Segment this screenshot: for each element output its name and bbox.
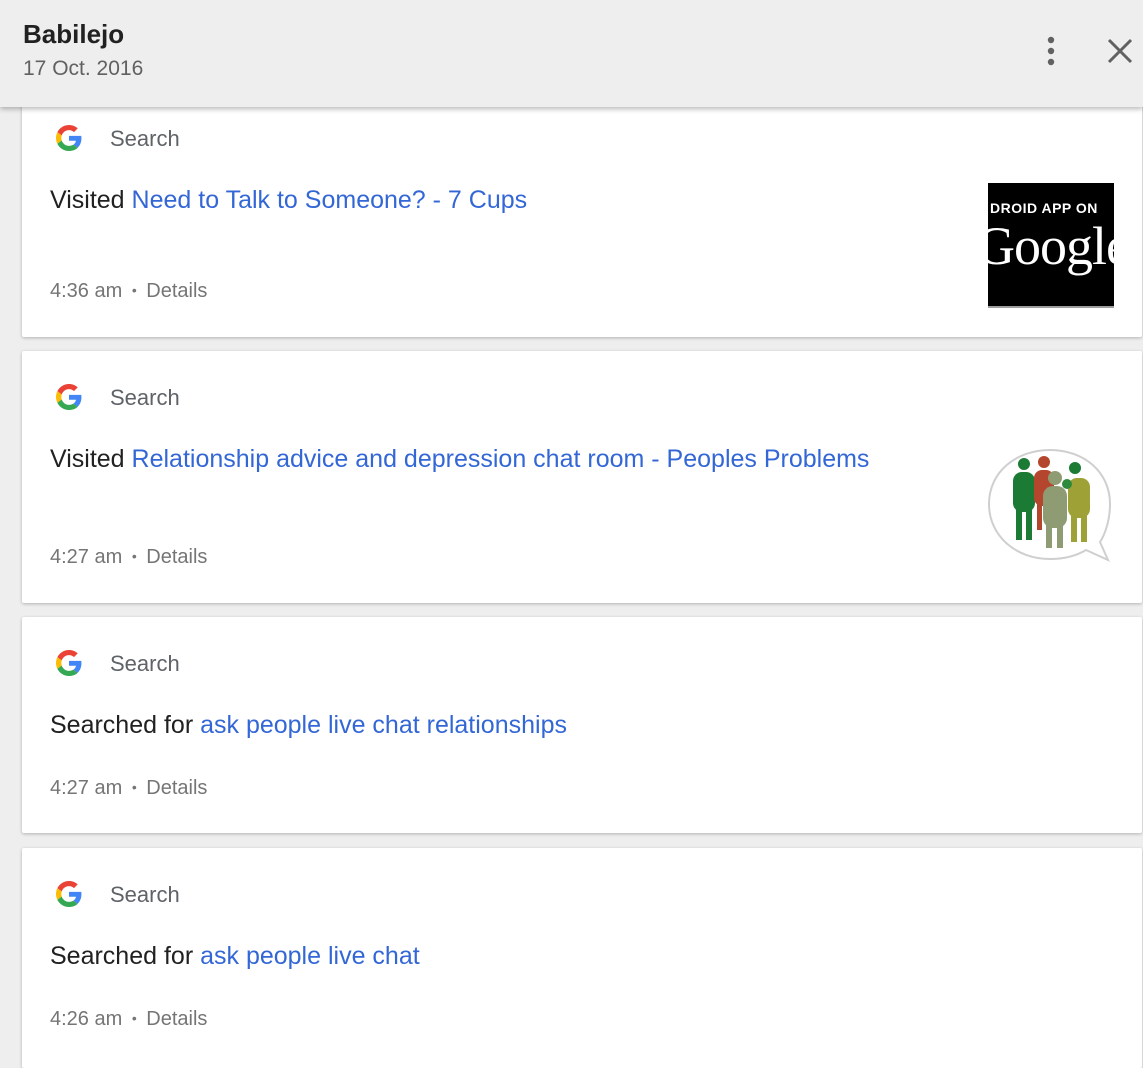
google-g-icon: [56, 125, 82, 151]
activity-meta: 4:27 am • Details: [50, 777, 207, 800]
timestamp: 4:26 am: [50, 1008, 123, 1030]
separator-dot: •: [131, 282, 137, 298]
page-title: Babilejo: [23, 19, 125, 49]
activity-text: Searched for ask people live chat relati…: [50, 708, 880, 743]
visited-page-link[interactable]: Relationship advice and depression chat …: [132, 445, 870, 473]
visited-page-link[interactable]: Need to Talk to Someone? - 7 Cups: [132, 186, 528, 214]
separator-dot: •: [131, 779, 137, 795]
source-label: Search: [110, 882, 180, 907]
search-query-link[interactable]: ask people live chat: [200, 942, 420, 970]
details-link[interactable]: Details: [146, 1008, 207, 1030]
badge-line-1: DROID APP ON: [990, 200, 1098, 216]
activity-card: Search Searched for ask people live chat…: [22, 848, 1142, 1068]
source-label: Search: [110, 126, 180, 151]
google-g-icon: [56, 881, 82, 907]
people-chat-logo-thumbnail[interactable]: [984, 446, 1114, 564]
app-header: Babilejo 17 Oct. 2016: [0, 0, 1143, 107]
separator-dot: •: [131, 1010, 137, 1026]
separator-dot: •: [131, 548, 137, 564]
details-link[interactable]: Details: [146, 546, 207, 568]
details-link[interactable]: Details: [146, 280, 207, 302]
activity-meta: 4:27 am • Details: [50, 546, 207, 569]
source-label: Search: [110, 651, 180, 676]
timestamp: 4:36 am: [50, 280, 123, 302]
google-g-icon: [56, 650, 82, 676]
badge-line-2: Google: [988, 216, 1114, 276]
page-date: 17 Oct. 2016: [23, 57, 144, 80]
google-play-badge-thumbnail[interactable]: DROID APP ON Google: [988, 183, 1114, 308]
activity-card: Search Visited Need to Talk to Someone? …: [22, 100, 1142, 337]
activity-list: Search Visited Need to Talk to Someone? …: [0, 0, 1143, 1068]
activity-card: Search Visited Relationship advice and d…: [22, 351, 1142, 603]
action-label: Searched for: [50, 942, 201, 970]
activity-meta: 4:26 am • Details: [50, 1008, 207, 1031]
activity-meta: 4:36 am • Details: [50, 280, 207, 303]
activity-text: Visited Need to Talk to Someone? - 7 Cup…: [50, 183, 880, 218]
activity-text: Visited Relationship advice and depressi…: [50, 442, 880, 477]
activity-text: Searched for ask people live chat: [50, 939, 880, 974]
close-icon[interactable]: [1104, 35, 1136, 67]
action-label: Visited: [50, 186, 132, 214]
source-label: Search: [110, 385, 180, 410]
timestamp: 4:27 am: [50, 777, 123, 799]
action-label: Searched for: [50, 711, 201, 739]
google-g-icon: [56, 384, 82, 410]
timestamp: 4:27 am: [50, 546, 123, 568]
more-vert-icon[interactable]: [1036, 34, 1066, 70]
details-link[interactable]: Details: [146, 777, 207, 799]
activity-card: Search Searched for ask people live chat…: [22, 617, 1142, 833]
action-label: Visited: [50, 445, 132, 473]
search-query-link[interactable]: ask people live chat relationships: [200, 711, 567, 739]
